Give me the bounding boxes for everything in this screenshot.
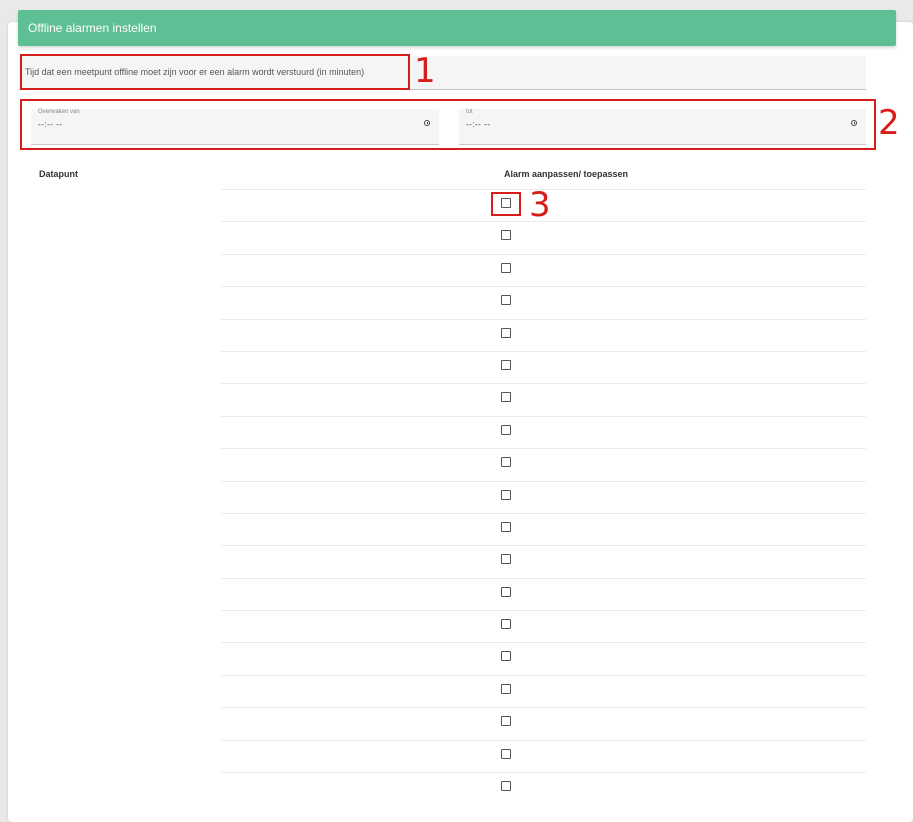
- alarm-checkbox[interactable]: [501, 457, 511, 468]
- table-row: [221, 642, 866, 674]
- table-row: [221, 383, 866, 415]
- annotation-box-2: [20, 99, 876, 150]
- column-header-datapunt: Datapunt: [39, 169, 78, 179]
- table-row: [221, 512, 866, 545]
- table-row: [221, 674, 866, 707]
- annotation-number-2: 2: [878, 103, 900, 143]
- alarm-checkbox[interactable]: [501, 230, 511, 241]
- table-row: [221, 707, 866, 739]
- table-row: [221, 448, 866, 480]
- page-header: Offline alarmen instellen: [18, 10, 896, 46]
- alarm-checkbox[interactable]: [501, 683, 511, 694]
- table-row: [221, 577, 866, 610]
- alarm-checkbox[interactable]: [501, 781, 511, 792]
- alarm-checkbox[interactable]: [501, 489, 511, 500]
- alarm-checkbox[interactable]: [501, 748, 511, 759]
- alarm-checkbox[interactable]: [501, 262, 511, 273]
- annotation-box-3: [491, 192, 521, 216]
- table-row: [221, 772, 866, 804]
- alarm-checkbox[interactable]: [501, 554, 511, 565]
- alarm-checkbox[interactable]: [501, 521, 511, 532]
- table-row: [221, 739, 866, 772]
- annotation-number-3: 3: [529, 185, 551, 225]
- table-row: [221, 318, 866, 351]
- table-row: [221, 221, 866, 253]
- annotation-box-1: [20, 54, 410, 90]
- table-row: [221, 253, 866, 286]
- column-header-alarm: Alarm aanpassen/ toepassen: [504, 169, 629, 179]
- alarm-table-body: [221, 189, 866, 804]
- alarm-checkbox[interactable]: [501, 619, 511, 630]
- table-row: [221, 610, 866, 642]
- alarm-checkbox[interactable]: [501, 327, 511, 338]
- table-row: [221, 545, 866, 577]
- table-row: [221, 286, 866, 318]
- table-row: [221, 415, 866, 448]
- annotation-number-1: 1: [414, 51, 436, 91]
- alarm-checkbox[interactable]: [501, 424, 511, 435]
- alarm-checkbox[interactable]: [501, 586, 511, 597]
- alarm-checkbox[interactable]: [501, 295, 511, 306]
- page-title: Offline alarmen instellen: [28, 21, 157, 35]
- table-row: [221, 480, 866, 513]
- alarm-checkbox[interactable]: [501, 359, 511, 370]
- alarm-checkbox[interactable]: [501, 651, 511, 662]
- alarm-checkbox[interactable]: [501, 716, 511, 727]
- alarm-checkbox[interactable]: [501, 392, 511, 403]
- table-row: [221, 350, 866, 383]
